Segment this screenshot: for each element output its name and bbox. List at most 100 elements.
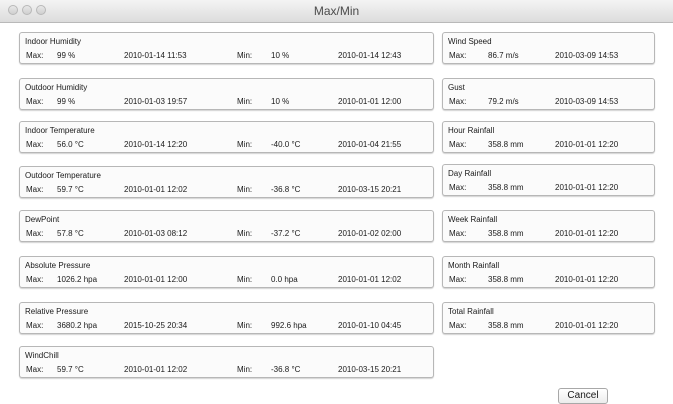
max-value: 99 % <box>57 97 76 106</box>
group-title: Day Rainfall <box>448 169 492 178</box>
group-title: Indoor Humidity <box>25 37 82 46</box>
max-value: 79.2 m/s <box>488 97 519 106</box>
group-title: Week Rainfall <box>448 215 498 224</box>
max-time: 2010-01-14 12:20 <box>124 140 188 149</box>
group-title: Outdoor Temperature <box>25 171 101 180</box>
max-value: 358.8 mm <box>488 229 524 238</box>
group-title: Relative Pressure <box>25 307 89 316</box>
max-value: 358.8 mm <box>488 275 524 284</box>
max-label: Max: <box>26 229 44 238</box>
group-title: Hour Rainfall <box>448 126 495 135</box>
max-value: 86.7 m/s <box>488 51 519 60</box>
max-value: 59.7 °C <box>57 365 84 374</box>
min-value: -36.8 °C <box>271 185 301 194</box>
max-label: Max: <box>449 229 467 238</box>
max-value: 59.7 °C <box>57 185 84 194</box>
max-label: Max: <box>449 140 467 149</box>
group-week-rainfall: Week Rainfall Max: 358.8 mm 2010-01-01 12:2… <box>442 210 655 242</box>
group-relative-pressure: Relative Pressure Max: 3680.2 hpa 2015-10-2… <box>19 302 434 334</box>
min-time: 2010-03-15 20:21 <box>338 185 402 194</box>
max-time: 2010-01-01 12:20 <box>555 140 619 149</box>
max-label: Max: <box>449 275 467 284</box>
group-total-rainfall: Total Rainfall Max: 358.8 mm 2010-01-01 12:… <box>442 302 655 334</box>
max-value: 358.8 mm <box>488 140 524 149</box>
min-label: Min: <box>237 140 253 149</box>
min-label: Min: <box>237 51 253 60</box>
group-title: Wind Speed <box>448 37 492 46</box>
group-title: DewPoint <box>25 215 60 224</box>
group-windchill: WindChill Max: 59.7 °C 2010-01-01 12:02 Min:… <box>19 346 434 378</box>
max-value: 1026.2 hpa <box>57 275 98 284</box>
group-indoor-humidity: Indoor Humidity Max: 99 % 2010-01-14 11:53 M… <box>19 32 434 64</box>
min-label: Min: <box>237 97 253 106</box>
min-time: 2010-01-02 02:00 <box>338 229 402 238</box>
group-dewpoint: DewPoint Max: 57.8 °C 2010-01-03 08:12 Min: -… <box>19 210 434 242</box>
min-time: 2010-01-04 21:55 <box>338 140 402 149</box>
max-label: Max: <box>449 183 467 192</box>
min-label: Min: <box>237 365 253 374</box>
max-value: 3680.2 hpa <box>57 321 98 330</box>
max-time: 2010-01-01 12:02 <box>124 365 188 374</box>
group-hour-rainfall: Hour Rainfall Max: 358.8 mm 2010-01-01 12:2… <box>442 121 655 153</box>
max-label: Max: <box>26 51 44 60</box>
group-title: Indoor Temperature <box>25 126 95 135</box>
min-time: 2010-03-15 20:21 <box>338 365 402 374</box>
max-value: 358.8 mm <box>488 183 524 192</box>
max-time: 2010-01-01 12:02 <box>124 185 188 194</box>
max-value: 56.0 °C <box>57 140 84 149</box>
max-value: 99 % <box>57 51 76 60</box>
min-value: -36.8 °C <box>271 365 301 374</box>
min-value: 992.6 hpa <box>271 321 307 330</box>
cancel-button[interactable]: Cancel <box>558 388 608 404</box>
min-time: 2010-01-01 12:00 <box>338 97 402 106</box>
min-time: 2010-01-14 12:43 <box>338 51 402 60</box>
group-gust: Gust Max: 79.2 m/s 2010-03-09 14:53 <box>442 78 655 110</box>
min-label: Min: <box>237 229 253 238</box>
max-label: Max: <box>26 365 44 374</box>
group-wind-speed: Wind Speed Max: 86.7 m/s 2010-03-09 14:53 <box>442 32 655 64</box>
group-title: Outdoor Humidity <box>25 83 88 92</box>
max-value: 57.8 °C <box>57 229 84 238</box>
group-title: WindChill <box>25 351 59 360</box>
maxmin-window: Max/Min Indoor Humidity Max: 99 % 2010-01-1… <box>0 0 673 404</box>
min-value: 10 % <box>271 51 290 60</box>
group-title: Total Rainfall <box>448 307 494 316</box>
min-value: -40.0 °C <box>271 140 301 149</box>
min-time: 2010-01-01 12:02 <box>338 275 402 284</box>
group-indoor-temperature: Indoor Temperature Max: 56.0 °C 2010-01-14 … <box>19 121 434 153</box>
max-time: 2010-01-01 12:20 <box>555 321 619 330</box>
max-time: 2015-10-25 20:34 <box>124 321 188 330</box>
max-label: Max: <box>26 321 44 330</box>
min-label: Min: <box>237 185 253 194</box>
max-label: Max: <box>449 321 467 330</box>
max-time: 2010-03-09 14:53 <box>555 51 619 60</box>
min-value: 10 % <box>271 97 290 106</box>
title-bar: Max/Min <box>0 0 673 23</box>
group-absolute-pressure: Absolute Pressure Max: 1026.2 hpa 2010-01-0… <box>19 256 434 288</box>
window-title: Max/Min <box>313 4 360 18</box>
min-value: -37.2 °C <box>271 229 301 238</box>
max-time: 2010-01-01 12:20 <box>555 229 619 238</box>
group-outdoor-humidity: Outdoor Humidity Max: 99 % 2010-01-03 19:57… <box>19 78 434 110</box>
max-time: 2010-03-09 14:53 <box>555 97 619 106</box>
min-time: 2010-01-10 04:45 <box>338 321 402 330</box>
group-title: Gust <box>448 83 465 92</box>
max-time: 2010-01-14 11:53 <box>124 51 187 60</box>
max-label: Max: <box>26 97 44 106</box>
max-label: Max: <box>26 275 44 284</box>
max-time: 2010-01-01 12:20 <box>555 275 619 284</box>
max-label: Max: <box>449 97 467 106</box>
max-time: 2010-01-01 12:00 <box>124 275 188 284</box>
group-title: Month Rainfall <box>448 261 500 270</box>
group-day-rainfall: Day Rainfall Max: 358.8 mm 2010-01-01 12:20 <box>442 164 655 196</box>
min-label: Min: <box>237 321 253 330</box>
max-time: 2010-01-03 19:57 <box>124 97 188 106</box>
max-time: 2010-01-01 12:20 <box>555 183 619 192</box>
group-month-rainfall: Month Rainfall Max: 358.8 mm 2010-01-01 12:… <box>442 256 655 288</box>
max-label: Max: <box>449 51 467 60</box>
max-time: 2010-01-03 08:12 <box>124 229 188 238</box>
min-label: Min: <box>237 275 253 284</box>
group-title: Absolute Pressure <box>25 261 91 270</box>
min-value: 0.0 hpa <box>271 275 298 284</box>
max-label: Max: <box>26 140 44 149</box>
